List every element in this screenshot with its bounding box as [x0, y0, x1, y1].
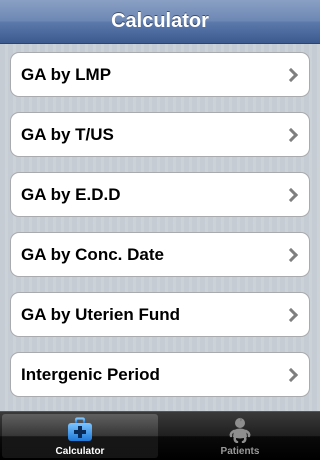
chevron-right-icon: [283, 187, 299, 203]
menu-item-label: GA by E.D.D: [21, 185, 121, 204]
tab-label: Patients: [220, 446, 260, 457]
tab-bar: Calculator Patients: [0, 411, 320, 460]
chevron-right-icon: [283, 247, 299, 263]
tab-patients[interactable]: Patients: [162, 414, 318, 458]
menu-item-label: GA by Uterien Fund: [21, 305, 180, 324]
navigation-bar: Calculator: [0, 0, 320, 44]
baby-icon: [229, 417, 251, 443]
menu-item-label: Intergenic Period: [21, 365, 160, 384]
page-title: Calculator: [111, 10, 209, 32]
menu-item-ga-by-conc-date[interactable]: GA by Conc. Date: [10, 232, 310, 277]
chevron-right-icon: [283, 367, 299, 383]
menu-item-ga-by-uterien-fund[interactable]: GA by Uterien Fund: [10, 292, 310, 337]
menu-item-ga-by-edd[interactable]: GA by E.D.D: [10, 172, 310, 217]
menu-item-ga-by-tus[interactable]: GA by T/US: [10, 112, 310, 157]
menu-item-ga-by-lmp[interactable]: GA by LMP: [10, 52, 310, 97]
tab-calculator[interactable]: Calculator: [2, 414, 158, 458]
tab-label: Calculator: [55, 446, 105, 457]
chevron-right-icon: [283, 67, 299, 83]
first-aid-kit-icon: [68, 417, 92, 441]
menu-item-intergenic-period[interactable]: Intergenic Period: [10, 352, 310, 397]
menu-item-label: GA by LMP: [21, 65, 112, 84]
menu-list: GA by LMP GA by T/US GA by E.D.D GA by C…: [0, 44, 320, 412]
menu-item-label: GA by T/US: [21, 125, 114, 144]
menu-item-label: GA by Conc. Date: [21, 245, 164, 264]
chevron-right-icon: [283, 127, 299, 143]
chevron-right-icon: [283, 307, 299, 323]
